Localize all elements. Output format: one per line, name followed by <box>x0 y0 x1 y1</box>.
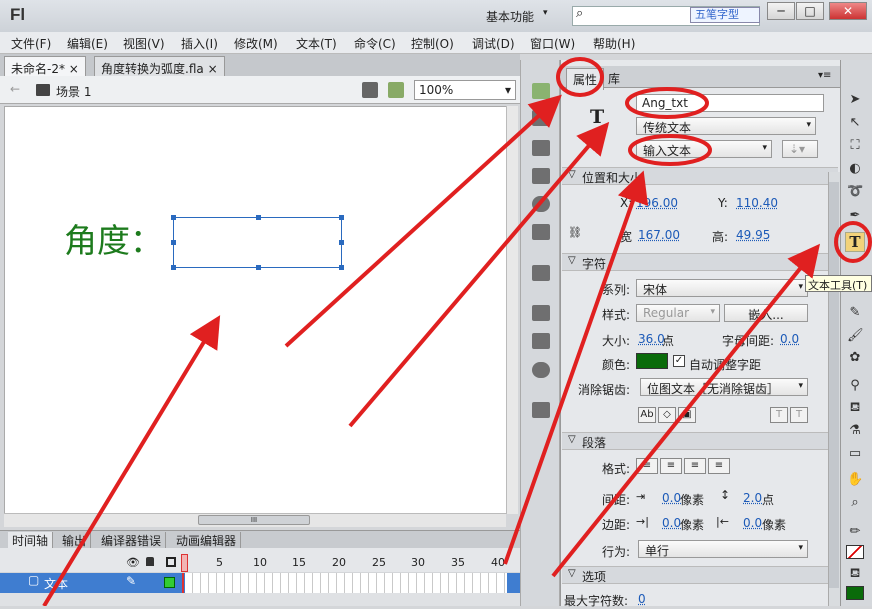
annotation-circle <box>556 57 604 97</box>
annotation-overlay <box>42 57 872 606</box>
annotation-circle <box>625 87 709 119</box>
annotation-arrow <box>284 94 562 348</box>
annotation-arrow <box>503 170 649 565</box>
annotation-circle <box>628 134 712 166</box>
annotation-arrow <box>551 243 821 578</box>
annotation-arrow <box>42 315 221 606</box>
annotation-circle <box>834 221 872 263</box>
